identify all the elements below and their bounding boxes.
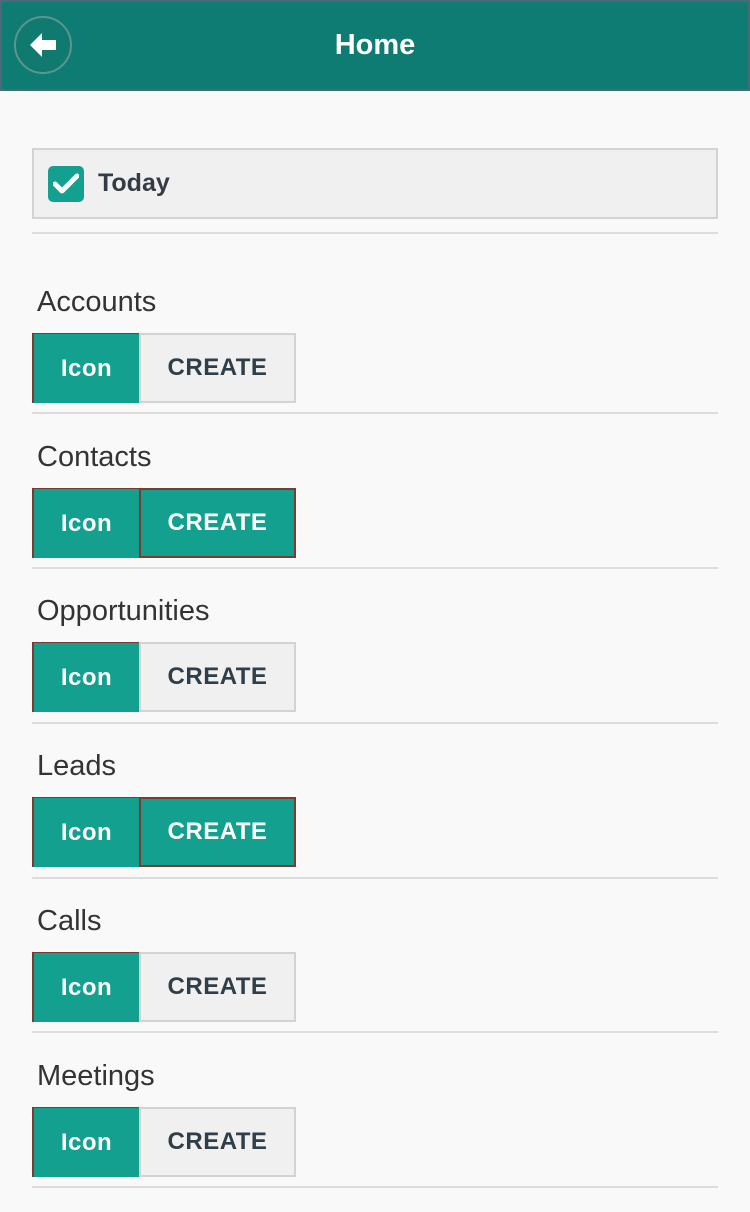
section-title: Leads bbox=[37, 750, 117, 782]
section-title: Contacts bbox=[37, 441, 152, 473]
create-button[interactable]: CREATE bbox=[139, 797, 296, 867]
create-button[interactable]: CREATE bbox=[139, 1107, 296, 1177]
icon-button[interactable]: Icon bbox=[32, 1107, 139, 1177]
header-bar: Home bbox=[0, 0, 750, 91]
create-button[interactable]: CREATE bbox=[139, 952, 296, 1022]
create-button[interactable]: CREATE bbox=[139, 333, 296, 403]
icon-button[interactable]: Icon bbox=[32, 642, 139, 712]
icon-button[interactable]: Icon bbox=[32, 797, 139, 867]
button-group: Icon CREATE bbox=[32, 797, 296, 867]
today-checkbox[interactable] bbox=[48, 165, 84, 202]
button-group: Icon CREATE bbox=[32, 1107, 296, 1177]
create-button[interactable]: CREATE bbox=[139, 642, 296, 712]
section-title: Opportunities bbox=[37, 595, 210, 627]
divider bbox=[32, 1186, 718, 1188]
today-filter[interactable]: Today bbox=[32, 148, 718, 219]
today-label: Today bbox=[98, 169, 170, 197]
divider bbox=[32, 877, 718, 879]
divider bbox=[32, 232, 718, 234]
divider bbox=[32, 412, 718, 414]
check-icon bbox=[53, 173, 79, 193]
button-group: Icon CREATE bbox=[32, 952, 296, 1022]
icon-button[interactable]: Icon bbox=[32, 333, 139, 403]
create-button[interactable]: CREATE bbox=[139, 488, 296, 558]
button-group: Icon CREATE bbox=[32, 642, 296, 712]
icon-button[interactable]: Icon bbox=[32, 488, 139, 558]
divider bbox=[32, 1031, 718, 1033]
page-title: Home bbox=[334, 29, 416, 61]
divider bbox=[32, 722, 718, 724]
section-title: Meetings bbox=[37, 1060, 155, 1092]
divider bbox=[32, 567, 718, 569]
section-title: Accounts bbox=[37, 286, 157, 318]
icon-button[interactable]: Icon bbox=[32, 952, 139, 1022]
button-group: Icon CREATE bbox=[32, 488, 296, 558]
button-group: Icon CREATE bbox=[32, 333, 296, 403]
section-title: Calls bbox=[37, 905, 102, 937]
